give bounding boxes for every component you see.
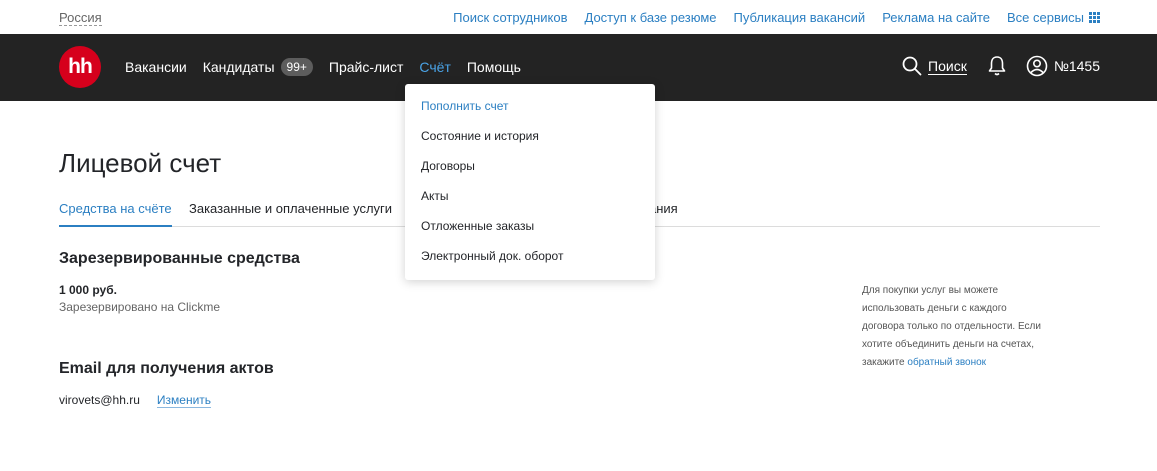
side-note: Для покупки услуг вы можете использовать…: [862, 282, 1042, 372]
menu-item-edo[interactable]: Электронный док. оборот: [405, 246, 655, 276]
search-label: Поиск: [928, 57, 967, 75]
top-utility-bar: Россия Поиск сотрудников Доступ к базе р…: [0, 0, 1157, 34]
grid-icon: [1089, 12, 1100, 23]
tab-funds[interactable]: Средства на счёте: [59, 201, 172, 227]
nav-pricelist[interactable]: Прайс-лист: [329, 59, 404, 75]
menu-item-top-up[interactable]: Пополнить счет: [405, 96, 655, 126]
link-publish-vacancies[interactable]: Публикация вакансий: [734, 10, 866, 25]
menu-item-deferred-orders[interactable]: Отложенные заказы: [405, 216, 655, 246]
all-services-label: Все сервисы: [1007, 10, 1084, 25]
top-links: Поиск сотрудников Доступ к базе резюме П…: [453, 10, 1100, 25]
search-button[interactable]: Поиск: [902, 56, 967, 76]
link-resume-database[interactable]: Доступ к базе резюме: [585, 10, 717, 25]
link-advertising[interactable]: Реклама на сайте: [882, 10, 990, 25]
callback-link[interactable]: обратный звонок: [907, 357, 986, 368]
change-email-link[interactable]: Изменить: [156, 393, 212, 408]
menu-item-status-history[interactable]: Состояние и история: [405, 126, 655, 156]
search-icon: [902, 56, 922, 76]
bell-icon[interactable]: [988, 55, 1006, 77]
link-employee-search[interactable]: Поиск сотрудников: [453, 10, 567, 25]
main-nav: Вакансии Кандидаты 99+ Прайс-лист Счёт П…: [125, 58, 537, 76]
header-tools: Поиск №1455: [902, 55, 1100, 77]
user-icon: [1026, 55, 1048, 77]
hh-logo[interactable]: hh: [59, 46, 101, 88]
candidates-count-badge: 99+: [280, 58, 313, 76]
tab-ordered-services[interactable]: Заказанные и оплаченные услуги: [189, 201, 392, 216]
nav-candidates-label: Кандидаты: [202, 59, 275, 75]
nav-vacancies[interactable]: Вакансии: [125, 59, 187, 75]
email-value: virovets@hh.ru: [59, 393, 140, 407]
link-all-services[interactable]: Все сервисы: [1007, 10, 1100, 25]
reserved-funds-title: Зарезервированные средства: [59, 250, 300, 267]
account-menu[interactable]: №1455: [1026, 55, 1100, 77]
menu-item-acts[interactable]: Акты: [405, 186, 655, 216]
nav-candidates[interactable]: Кандидаты 99+: [203, 58, 313, 76]
reserved-description: Зарезервировано на Clickme: [59, 300, 220, 314]
email-row: virovets@hh.ru Изменить: [59, 393, 212, 408]
account-dropdown-menu: Пополнить счет Состояние и история Догов…: [405, 84, 655, 280]
reserved-amount: 1 000 руб.: [59, 283, 117, 297]
menu-item-contracts[interactable]: Договоры: [405, 156, 655, 186]
page-title: Лицевой счет: [59, 148, 222, 178]
nav-help[interactable]: Помощь: [467, 59, 521, 75]
nav-account[interactable]: Счёт: [419, 59, 450, 75]
region-selector[interactable]: Россия: [59, 10, 102, 26]
side-note-text: Для покупки услуг вы можете использовать…: [862, 285, 1041, 368]
account-number: №1455: [1053, 58, 1100, 74]
email-section-title: Email для получения актов: [59, 360, 274, 377]
